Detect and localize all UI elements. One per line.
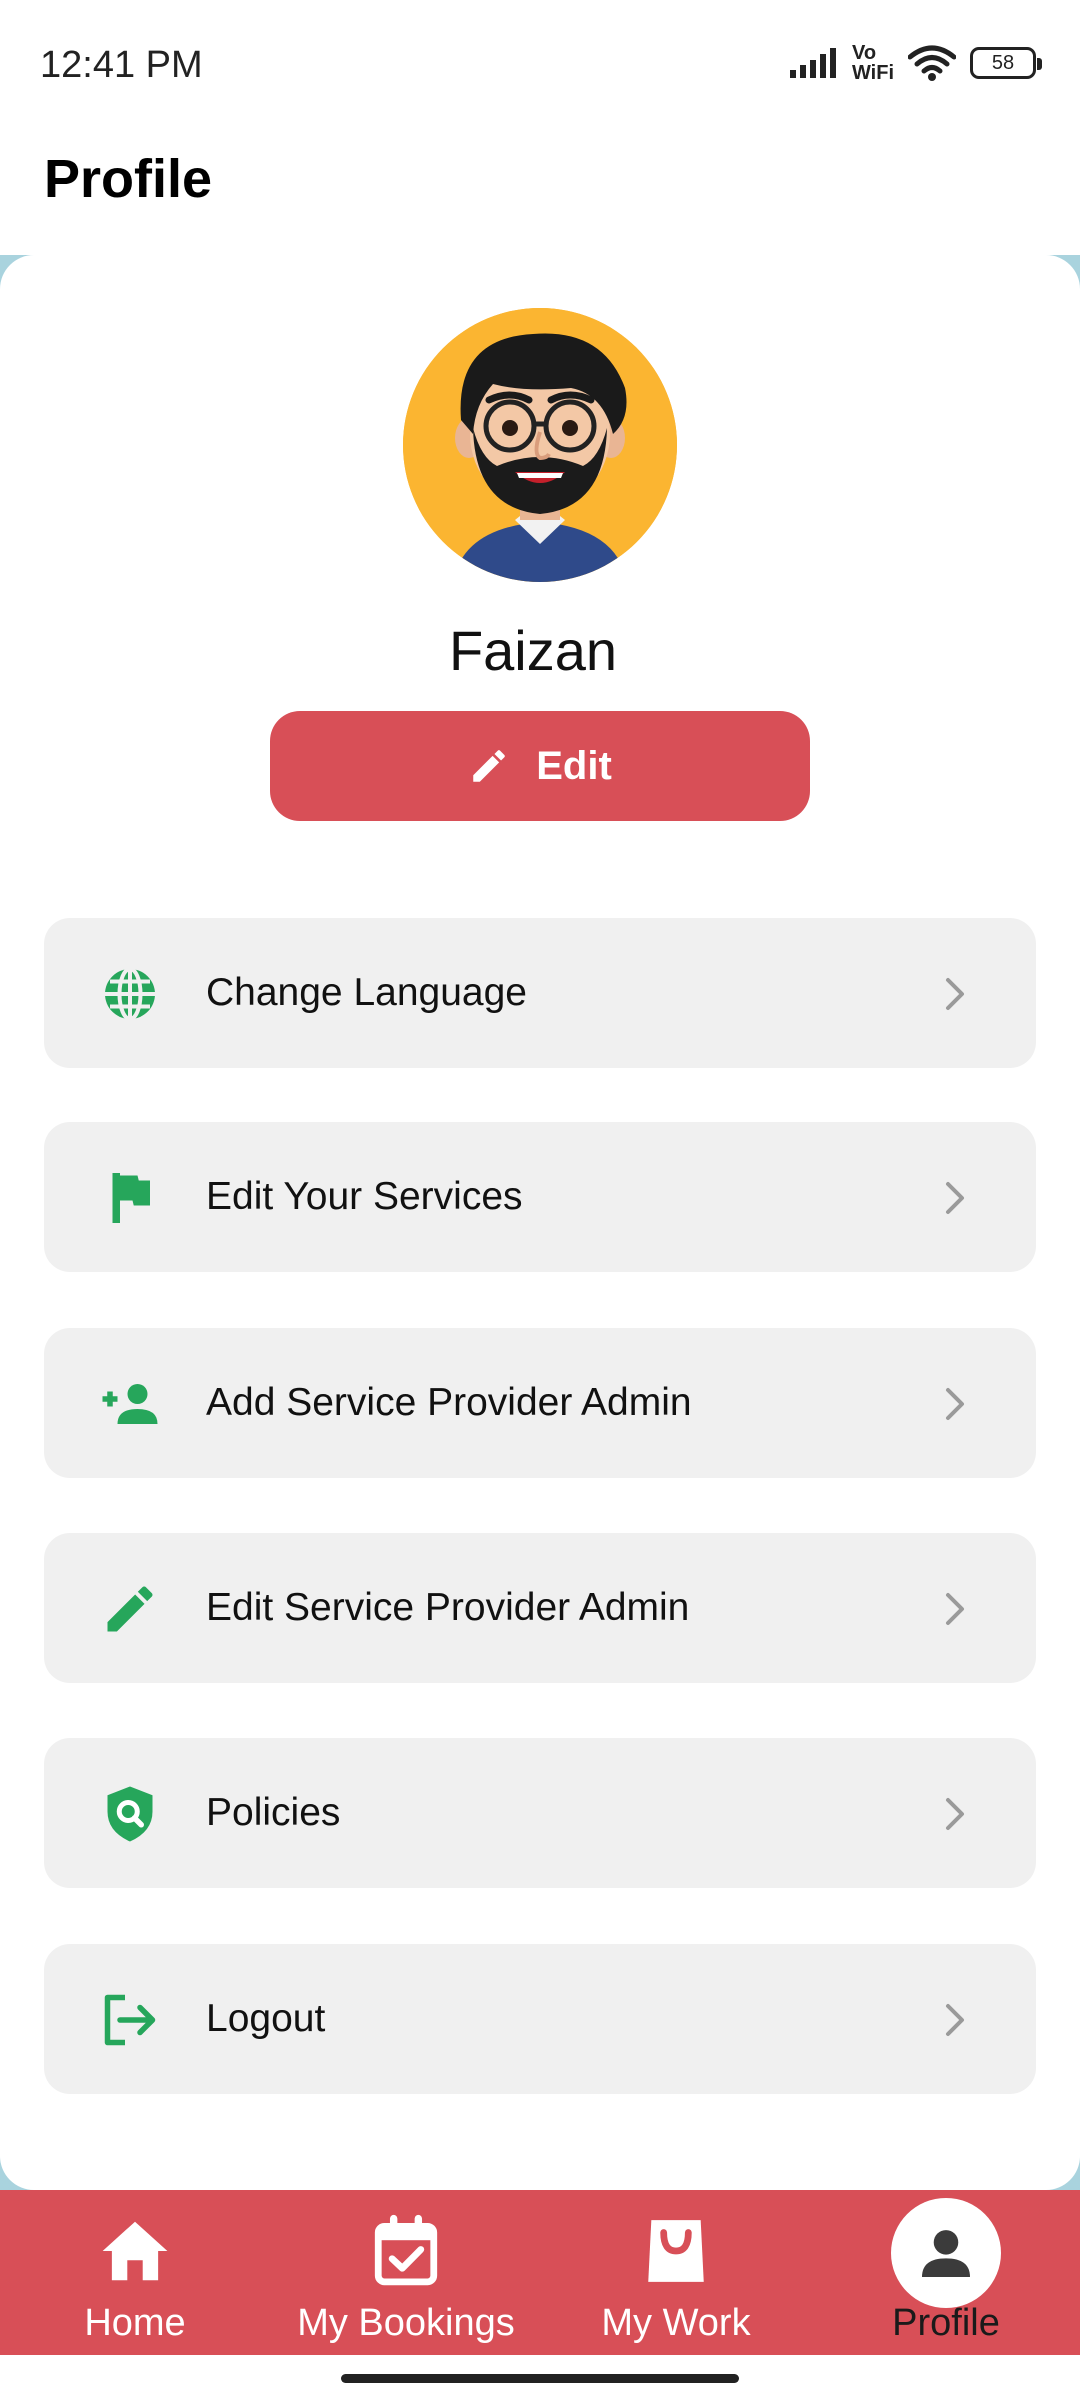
edit-profile-button[interactable]: Edit (270, 711, 810, 821)
pencil-icon (107, 1586, 153, 1632)
nav-label: Home (84, 2302, 186, 2344)
menu-item-edit-service-provider-admin[interactable]: Edit Service Provider Admin (44, 1533, 1036, 1683)
battery-icon: 58 (970, 47, 1042, 79)
bottom-navigation: Home My Bookings My Work Profile (0, 2190, 1080, 2355)
nav-label: Profile (892, 2302, 1000, 2344)
shield-search-icon (107, 1786, 153, 1842)
flag-icon (112, 1173, 150, 1223)
menu-item-label: Edit Service Provider Admin (206, 1586, 690, 1629)
logout-icon (104, 1994, 156, 2046)
avatar-illustration (403, 308, 677, 582)
home-icon (102, 2221, 168, 2281)
avatar[interactable] (403, 308, 677, 582)
page-title: Profile (44, 149, 213, 209)
chevron-right-icon (946, 1182, 964, 1214)
user-name: Faizan (448, 619, 618, 682)
vowifi-top: Vo (851, 42, 877, 64)
person-icon (922, 2230, 970, 2277)
nav-item-my-bookings[interactable]: My Bookings (290, 2190, 522, 2355)
status-icons: Vo WiFi 58 (789, 38, 1042, 88)
battery-level: 58 (991, 51, 1015, 74)
menu-item-change-language[interactable]: Change Language (44, 918, 1036, 1068)
nav-label: My Bookings (297, 2302, 515, 2344)
menu-item-logout[interactable]: Logout (44, 1944, 1036, 2094)
menu-item-label: Change Language (206, 971, 527, 1014)
active-indicator (891, 2198, 1001, 2308)
menu-item-label: Policies (206, 1791, 341, 1834)
edit-profile-label: Edit (536, 743, 612, 788)
globe-icon (105, 967, 155, 1021)
calendar-check-icon (374, 2214, 438, 2286)
nav-item-my-work[interactable]: My Work (592, 2190, 760, 2355)
chevron-right-icon (946, 1593, 964, 1625)
nav-item-profile[interactable]: Profile (862, 2190, 1030, 2355)
menu-item-add-service-provider-admin[interactable]: Add Service Provider Admin (44, 1328, 1036, 1478)
status-bar: 12:41 PM Vo WiFi 58 (0, 0, 1080, 130)
chevron-right-icon (946, 978, 964, 1010)
shopping-bag-icon (648, 2220, 704, 2282)
menu-item-label: Logout (206, 1997, 326, 2040)
chevron-right-icon (946, 2004, 964, 2036)
chevron-right-icon (946, 1388, 964, 1420)
chevron-right-icon (946, 1798, 964, 1830)
menu-item-label: Add Service Provider Admin (206, 1381, 692, 1424)
person-add-icon (102, 1384, 158, 1424)
nav-item-home[interactable]: Home (54, 2190, 216, 2355)
menu-item-policies[interactable]: Policies (44, 1738, 1036, 1888)
nav-label: My Work (601, 2302, 751, 2344)
status-time: 12:41 PM (40, 44, 203, 86)
wifi-icon (908, 45, 956, 81)
home-indicator[interactable] (341, 2374, 739, 2383)
vowifi-bottom: WiFi (851, 62, 894, 84)
vowifi-indicator: Vo WiFi (852, 43, 894, 83)
signal-icon (789, 48, 836, 78)
pencil-icon (473, 750, 505, 782)
menu-item-label: Edit Your Services (206, 1175, 523, 1218)
menu-item-edit-services[interactable]: Edit Your Services (44, 1122, 1036, 1272)
